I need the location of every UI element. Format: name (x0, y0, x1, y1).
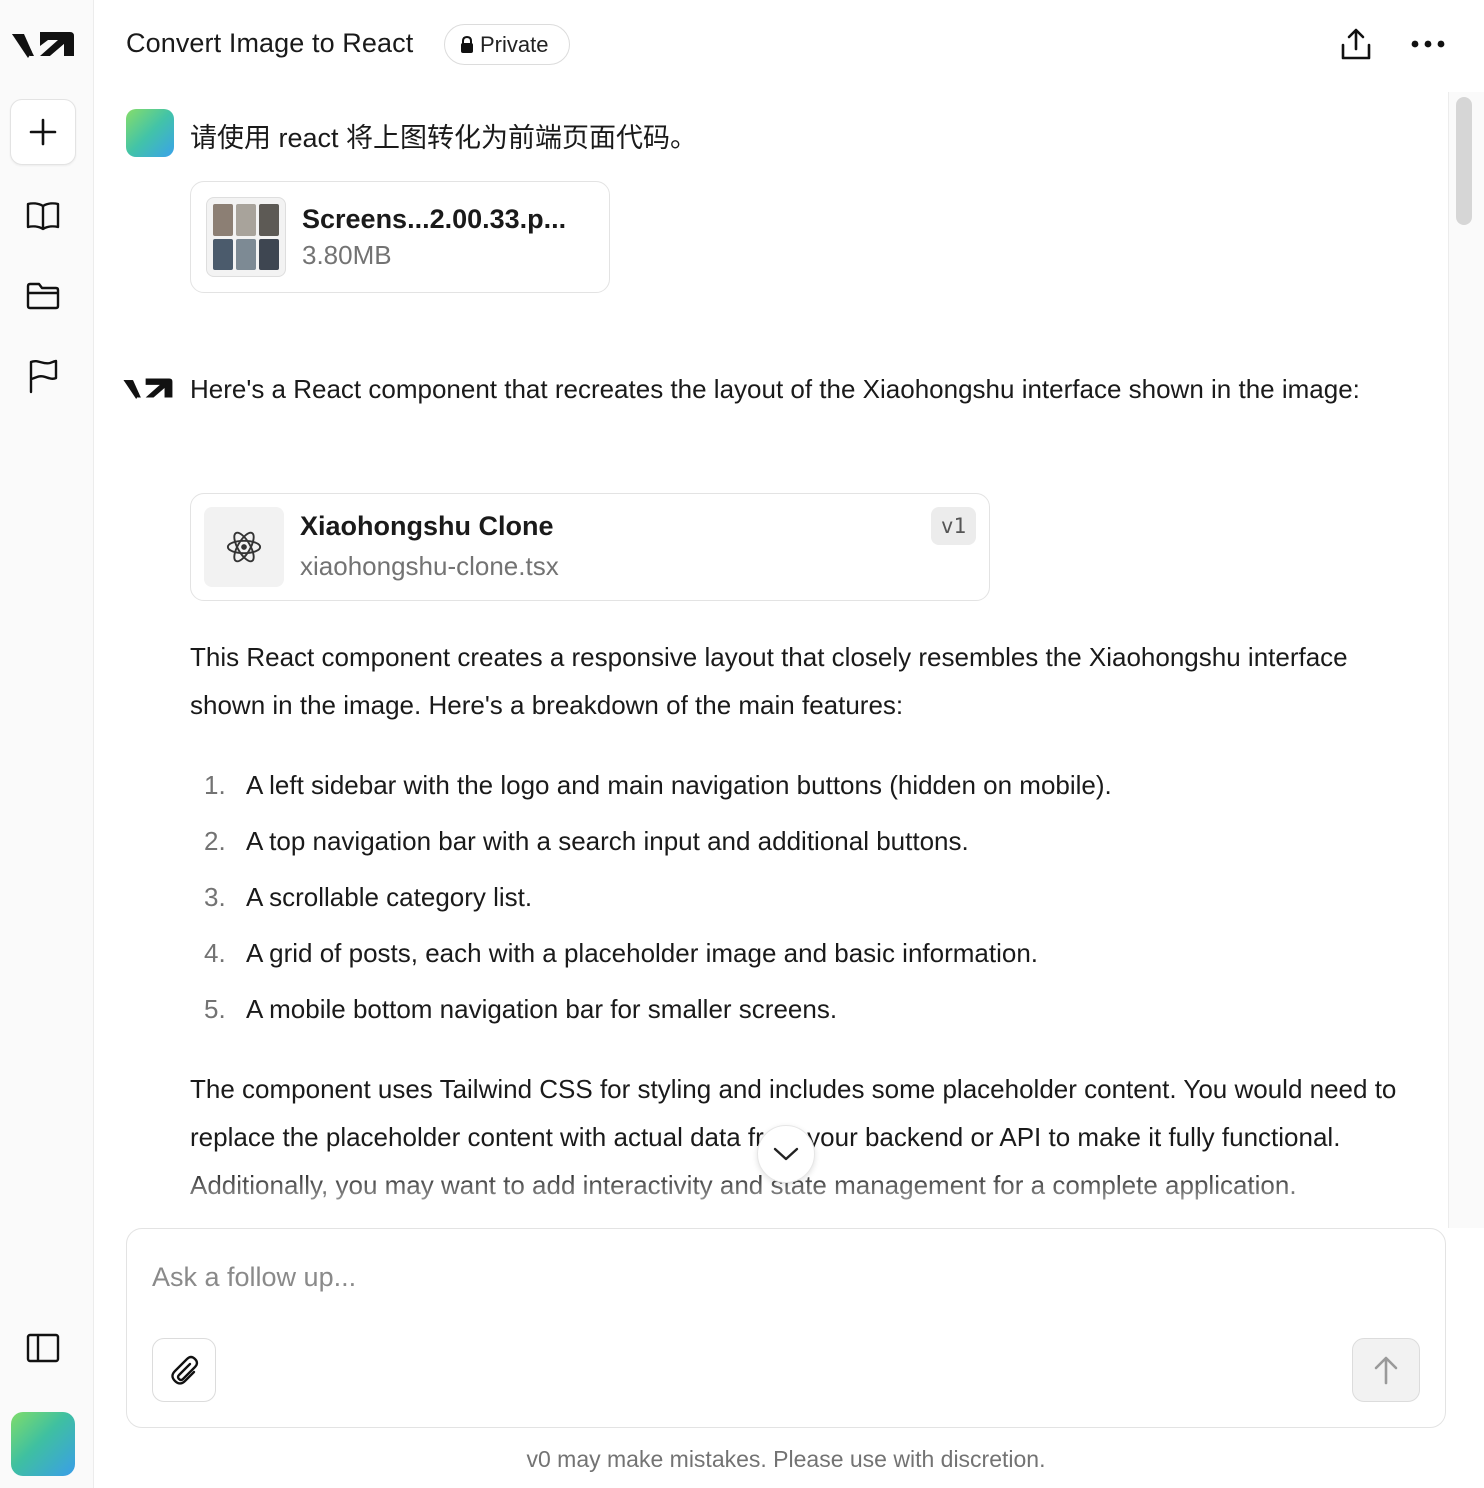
library-button[interactable] (23, 196, 63, 236)
app-window: Convert Image to React Private 请使用 react… (0, 0, 1484, 1488)
summary-paragraph: This React component creates a responsiv… (190, 642, 1348, 720)
sidebar-panel-icon (26, 1333, 60, 1363)
arrow-up-icon (1374, 1356, 1398, 1385)
send-button[interactable] (1352, 1338, 1420, 1402)
lock-icon (461, 35, 473, 53)
attachment-name: Screens...2.00.33.p... (302, 204, 567, 234)
projects-button[interactable] (23, 276, 63, 316)
toggle-sidebar-button[interactable] (23, 1328, 63, 1368)
list-item: 4. A grid of posts, each with a placehold… (204, 938, 1039, 968)
scroll-to-bottom-button[interactable] (757, 1125, 815, 1183)
sidebar (0, 0, 94, 1488)
new-chat-button[interactable] (10, 99, 76, 165)
user-message: 请使用 react 将上图转化为前端页面代码。 (190, 123, 698, 153)
follow-up-input[interactable] (152, 1257, 1352, 1297)
folder-icon (26, 282, 60, 310)
disclaimer-text: v0 may make mistakes. Please use with di… (526, 1446, 1046, 1472)
plus-icon (29, 118, 57, 146)
more-horizontal-icon (1411, 40, 1445, 48)
v0-logo-icon[interactable] (10, 26, 76, 62)
code-block-title: Xiaohongshu Clone (300, 511, 554, 541)
visibility-label: Private (480, 31, 549, 57)
attachment-size: 3.80MB (302, 240, 392, 270)
paperclip-icon (171, 1355, 199, 1385)
attach-file-button[interactable] (152, 1338, 216, 1402)
top-bar: Convert Image to React Private (94, 0, 1484, 88)
more-options-button[interactable] (1408, 24, 1448, 64)
message-composer (126, 1228, 1446, 1428)
feedback-button[interactable] (23, 356, 63, 396)
list-item: 2. A top navigation bar with a search inp… (204, 826, 969, 856)
share-icon (1341, 28, 1371, 60)
assistant-intro: Here's a React component that recreates … (190, 374, 1360, 404)
attachment-card[interactable]: Screens...2.00.33.p... 3.80MB (190, 181, 610, 293)
attachment-thumbnail (206, 197, 286, 277)
share-button[interactable] (1336, 24, 1376, 64)
list-item: 3. A scrollable category list. (204, 882, 533, 912)
conversation-area[interactable]: 请使用 react 将上图转化为前端页面代码。 Screens...2.00.3… (94, 88, 1448, 1228)
user-avatar (126, 109, 174, 157)
visibility-badge[interactable]: Private (444, 24, 570, 65)
flag-icon (29, 359, 58, 394)
code-block-card[interactable]: Xiaohongshu Clone xiaohongshu-clone.tsx … (190, 493, 990, 601)
list-item: 1. A left sidebar with the logo and main … (204, 770, 1112, 800)
scrollbar-thumb[interactable] (1456, 97, 1472, 225)
feature-list: 1. A left sidebar with the logo and main … (190, 757, 1420, 1037)
list-item: 5. A mobile bottom navigation bar for sma… (204, 994, 838, 1024)
code-block-filename: xiaohongshu-clone.tsx (300, 551, 559, 581)
book-open-icon (26, 202, 60, 231)
scrollbar-track[interactable] (1448, 92, 1484, 1228)
page-title: Convert Image to React (126, 28, 414, 58)
react-icon (204, 507, 284, 587)
chevron-down-icon (773, 1147, 799, 1161)
version-badge: v1 (931, 507, 976, 545)
v0-assistant-icon (122, 373, 174, 403)
user-avatar-button[interactable] (11, 1412, 75, 1476)
